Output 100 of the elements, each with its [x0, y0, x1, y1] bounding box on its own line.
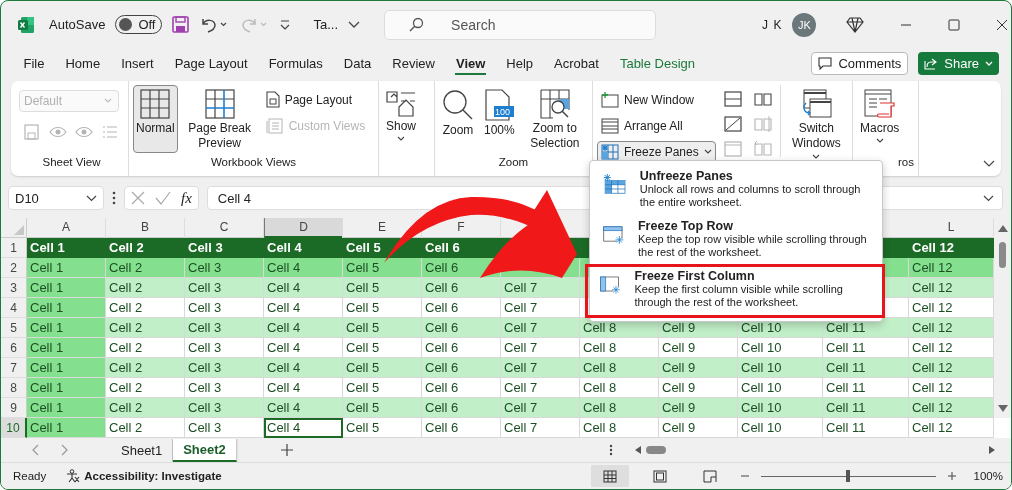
table-cell: Cell 4 [264, 378, 343, 399]
row-header[interactable]: 8 [1, 378, 27, 399]
zoom-to-selection-button[interactable]: Zoom to Selection [521, 84, 588, 156]
table-cell: Cell 4 [264, 398, 343, 419]
page-layout-button[interactable]: Page Layout [261, 88, 370, 111]
table-cell: Cell 3 [185, 358, 264, 379]
table-cell: Cell 12 [909, 318, 994, 339]
accessibility-button[interactable]: Accessibility: Investigate [66, 469, 222, 484]
ribbon-tab[interactable]: Page Layout [164, 52, 259, 76]
row-header[interactable]: 4 [1, 298, 27, 319]
name-box[interactable]: D10 [8, 186, 104, 211]
ribbon-tab[interactable]: Help [495, 52, 544, 76]
table-cell: Cell 12 [909, 258, 994, 279]
table-cell: Cell 1 [27, 338, 106, 359]
share-button[interactable]: Share [918, 52, 999, 76]
table-cell: Cell 1 [27, 418, 106, 439]
search-field[interactable]: Search [384, 9, 657, 40]
user-initials: J K [762, 17, 783, 32]
table-cell: Cell 1 [27, 298, 106, 319]
table-cell: Cell 4 [264, 298, 343, 319]
table-cell: Cell 12 [909, 238, 994, 259]
column-header[interactable]: F [457, 220, 465, 235]
table-cell: Cell 11 [823, 418, 909, 439]
table-cell: Cell 12 [909, 298, 994, 319]
row-header[interactable]: 10 [1, 418, 27, 439]
row-header[interactable]: 7 [1, 358, 27, 379]
zoom-level[interactable]: 100% [973, 470, 1003, 483]
row-header[interactable]: 6 [1, 338, 27, 359]
freeze-panes-button[interactable]: Freeze Panes [597, 140, 716, 163]
table-cell: Cell 10 [738, 358, 823, 379]
row-header[interactable]: 1 [1, 238, 27, 259]
ribbon-tab[interactable]: View [445, 52, 496, 76]
ribbon-tab[interactable]: Insert [110, 52, 165, 76]
file-name-button[interactable]: Ta... [313, 17, 361, 33]
menu-item[interactable]: Unfreeze Panes Unlock all rows and columns to scroll through the entire worksheet. [590, 164, 882, 214]
column-header[interactable]: E [378, 220, 386, 235]
table-cell: Cell 4 [264, 278, 343, 299]
table-cell: Cell 8 [580, 418, 659, 439]
group-label: Workbook Views [209, 156, 298, 171]
ribbon-tab[interactable]: File [13, 52, 55, 76]
row-header[interactable]: 3 [1, 278, 27, 299]
table-cell: Cell 6 [422, 338, 501, 359]
menu-item-description: Keep the top row visible while scrolling through the rest of the worksheet. [638, 233, 868, 259]
table-cell: Cell 5 [343, 258, 422, 279]
table-cell: Cell 7 [501, 278, 580, 299]
table-cell: Cell 6 [422, 238, 501, 259]
insert-function-button[interactable]: fx [181, 189, 192, 207]
row-header[interactable]: 2 [1, 258, 27, 279]
arrange-all-button[interactable]: Arrange All [597, 114, 716, 137]
table-cell: Cell 1 [27, 238, 106, 259]
column-header[interactable]: B [141, 220, 149, 235]
table-cell: Cell 12 [909, 278, 994, 299]
zoom-100-button[interactable]: 100 100% [481, 84, 518, 153]
ribbon-tab[interactable]: Review [381, 52, 446, 76]
ribbon-tab[interactable]: Data [333, 52, 382, 76]
ribbon-tab[interactable]: Formulas [258, 52, 334, 76]
table-cell: Cell 5 [343, 278, 422, 299]
table-cell: Cell 6 [422, 398, 501, 419]
column-header[interactable]: L [947, 220, 955, 235]
ribbon-tab[interactable]: Table Design [609, 52, 706, 76]
column-header[interactable]: C [219, 220, 229, 235]
menu-item[interactable]: Freeze Top Row Keep the top row visible while scrolling through the rest of the worksheet. [590, 214, 882, 264]
autosave-label: AutoSave [49, 17, 106, 33]
row-header[interactable]: 5 [1, 318, 27, 339]
table-cell: Cell 3 [185, 378, 264, 399]
table-cell: Cell 8 [580, 378, 659, 399]
ribbon-tab[interactable]: Home [54, 52, 111, 76]
zoom-button[interactable]: Zoom [439, 84, 477, 153]
table-cell: Cell 9 [659, 338, 738, 359]
menu-item[interactable]: Freeze First Column Keep the first column visible while scrolling through the rest of the worksheet. [585, 264, 885, 318]
table-cell: Cell 2 [106, 338, 185, 359]
new-window-button[interactable]: New Window [597, 88, 716, 111]
table-cell: Cell 3 [185, 258, 264, 279]
menu-item-description: Unlock all rows and columns to scroll through the entire worksheet. [639, 183, 862, 209]
menu-item-description: Keep the first column visible while scrolling through the rest of the worksheet. [634, 283, 844, 309]
table-cell: Cell 4 [264, 238, 343, 259]
table-cell: Cell 10 [738, 398, 823, 419]
table-cell: Cell 5 [343, 378, 422, 399]
comments-button[interactable]: Comments [811, 52, 909, 76]
table-cell: Cell 10 [738, 418, 823, 439]
sheet-tab[interactable]: Sheet2 [173, 438, 237, 462]
table-cell: Cell 11 [823, 398, 909, 419]
ribbon-tab[interactable]: Acrobat [543, 52, 610, 76]
row-header[interactable]: 9 [1, 398, 27, 419]
show-button[interactable]: Show [383, 84, 420, 153]
table-cell: Cell 10 [738, 378, 823, 399]
column-header[interactable]: D [264, 218, 342, 239]
macros-button[interactable]: Macros [857, 84, 903, 153]
table-cell: Cell 8 [580, 338, 659, 359]
table-cell: Cell 4 [264, 258, 343, 279]
user-avatar[interactable]: JK [792, 12, 817, 37]
table-cell: Cell 2 [106, 298, 185, 319]
page-break-preview-button[interactable]: Page Break Preview [181, 84, 258, 156]
table-cell: Cell 9 [659, 418, 738, 439]
column-header[interactable]: A [62, 220, 70, 235]
table-cell: Cell 1 [27, 358, 106, 379]
table-cell: Cell 11 [823, 378, 909, 399]
table-cell: Cell 7 [501, 298, 580, 319]
table-cell: Cell 3 [185, 238, 264, 259]
normal-view-button[interactable]: Normal [133, 84, 178, 153]
